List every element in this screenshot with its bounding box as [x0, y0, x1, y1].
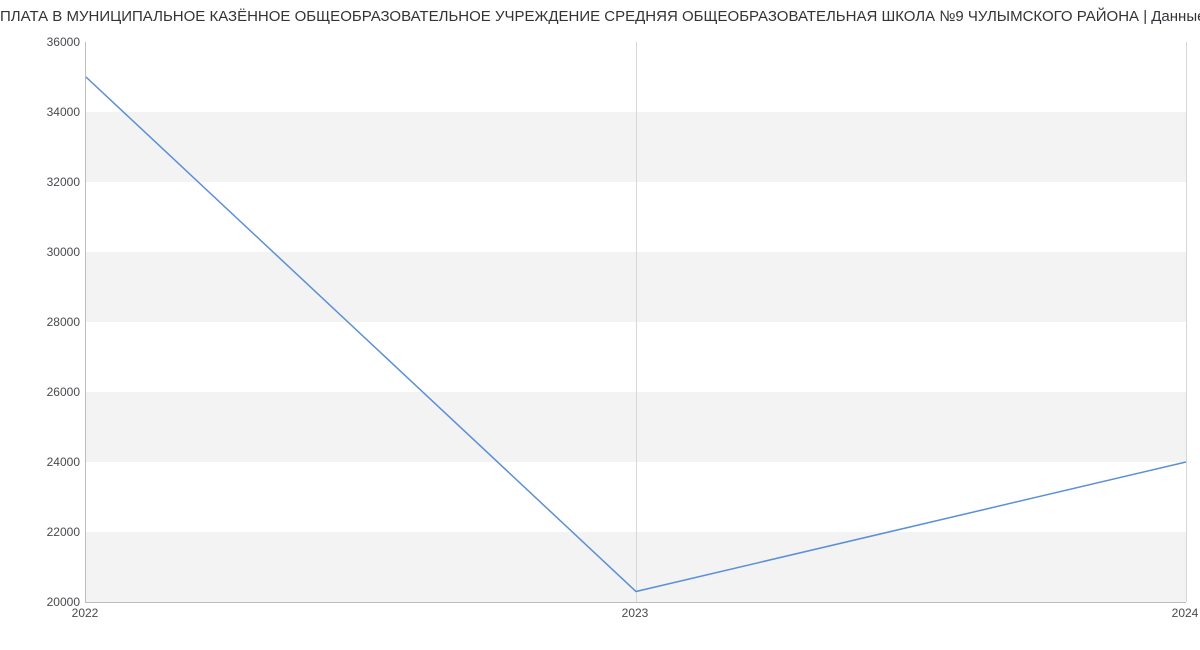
y-tick-label: 24000 [20, 455, 80, 469]
plot-area[interactable] [85, 42, 1186, 603]
x-tick-label: 2023 [622, 606, 649, 620]
line-series [86, 42, 1186, 602]
y-tick-label: 28000 [20, 315, 80, 329]
x-tick-label: 2022 [72, 606, 99, 620]
grid-vline [1186, 42, 1187, 602]
y-tick-label: 36000 [20, 35, 80, 49]
chart-title: ПЛАТА В МУНИЦИПАЛЬНОЕ КАЗЁННОЕ ОБЩЕОБРАЗ… [0, 8, 1200, 25]
y-tick-label: 34000 [20, 105, 80, 119]
y-tick-label: 32000 [20, 175, 80, 189]
x-tick-label: 2024 [1172, 606, 1199, 620]
y-tick-label: 30000 [20, 245, 80, 259]
chart-container: ПЛАТА В МУНИЦИПАЛЬНОЕ КАЗЁННОЕ ОБЩЕОБРАЗ… [0, 0, 1200, 650]
y-tick-label: 22000 [20, 525, 80, 539]
y-tick-label: 26000 [20, 385, 80, 399]
series-line [86, 77, 1186, 592]
